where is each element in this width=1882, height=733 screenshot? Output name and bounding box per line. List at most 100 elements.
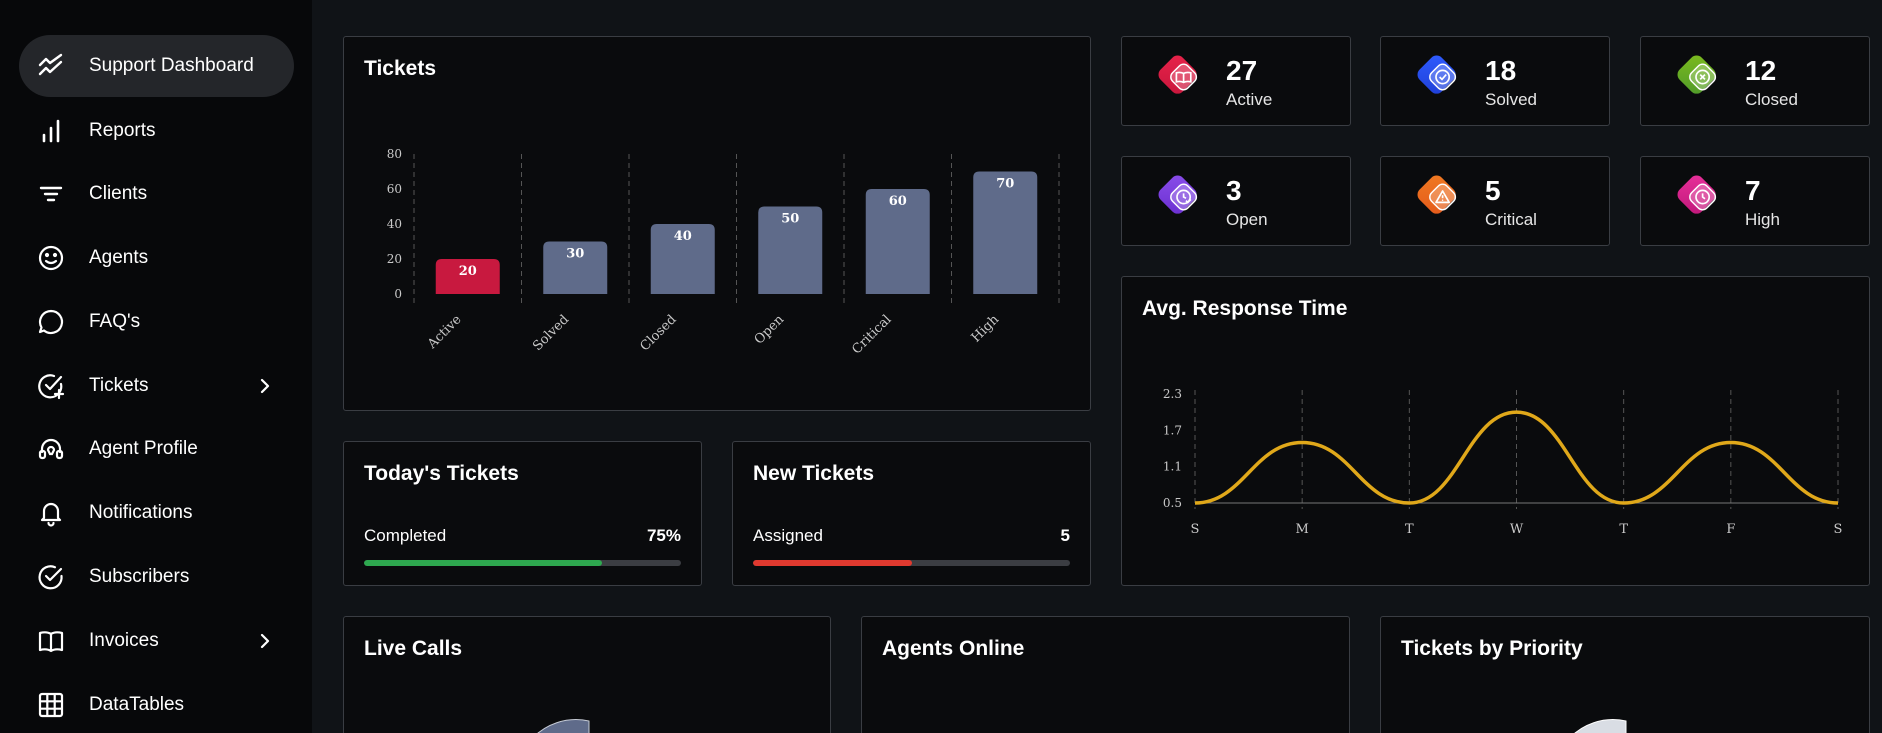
sidebar-item-label: DataTables [89, 694, 185, 715]
y-tick-label: 80 [387, 147, 402, 161]
sidebar-item-label: Notifications [89, 502, 193, 523]
data-label: 70 [996, 177, 1014, 192]
response-time-line-chart: 0.5 1.1 1.7 2.3 S M T W T F S [1163, 387, 1843, 537]
check-circle-icon [1415, 53, 1465, 103]
data-label: 60 [889, 194, 907, 209]
sidebar-item-label: Subscribers [89, 566, 190, 587]
tickets-by-priority-pie-chart [1574, 719, 1627, 733]
sidebar-item-tickets[interactable]: Tickets [19, 355, 294, 417]
sidebar-item-agent-profile[interactable]: Agent Profile [19, 418, 294, 480]
stat-card-active: 27 Active [1121, 36, 1351, 126]
sidebar-item-invoices[interactable]: Invoices [19, 610, 294, 672]
sidebar-item-label: Clients [89, 183, 148, 204]
stat-value: 5 [1485, 175, 1501, 206]
tickets-chart-card: Tickets 0 20 40 60 80 20 Active 30 Solved 40 Close… [343, 36, 1091, 411]
y-tick-label: 0.5 [1163, 496, 1182, 510]
stat-value: 18 [1485, 55, 1517, 86]
grid-icon [37, 691, 65, 719]
agents-online-card: Agents Online [861, 616, 1350, 733]
clock-check-icon [1156, 173, 1206, 223]
sidebar-item-agents[interactable]: Agents [19, 227, 294, 289]
x-tick-label: Open [752, 312, 788, 348]
data-label: 50 [781, 212, 799, 227]
sidebar-item-faqs[interactable]: FAQ's [19, 291, 294, 353]
filter-icon [37, 180, 65, 208]
sidebar-item-label: Agents [89, 247, 149, 268]
progress-track [364, 560, 681, 566]
y-tick-label: 1.7 [1163, 423, 1182, 437]
tickets-by-priority-card: Tickets by Priority [1380, 616, 1870, 733]
y-tick-label: 40 [387, 217, 402, 231]
sidebar-item-notifications[interactable]: Notifications [19, 482, 294, 544]
new-tickets-card: New Tickets Assigned 5 [732, 441, 1091, 586]
card-title: Today's Tickets [364, 462, 519, 485]
card-title: New Tickets [753, 462, 875, 485]
chevron-right-icon [256, 377, 274, 395]
book-icon [1156, 53, 1206, 103]
data-label: 30 [566, 247, 584, 262]
clock-icon [1675, 173, 1725, 223]
check-circle-plus-icon [37, 372, 65, 400]
stat-card-high: 7 High [1640, 156, 1870, 246]
stat-label: Solved [1485, 90, 1537, 109]
live-calls-card: Live Calls [343, 616, 831, 733]
warning-icon [1415, 173, 1465, 223]
tickets-bar-chart: 0 20 40 60 80 20 Active 30 Solved 40 Closed 50 Open 6… [387, 147, 1060, 357]
trending-icon [37, 52, 65, 80]
progress-value: 5 [1060, 526, 1070, 545]
y-tick-label: 1.1 [1163, 460, 1182, 474]
stat-card-critical: 5 Critical [1380, 156, 1610, 246]
response-time-card: Avg. Response Time 0.5 1.1 1.7 2.3 S M T W T F S [1121, 276, 1870, 586]
x-tick-label: High [969, 312, 1003, 346]
stat-value: 7 [1745, 175, 1761, 206]
chevron-right-icon [256, 632, 274, 650]
sidebar-item-support-dashboard[interactable]: Support Dashboard [19, 35, 294, 97]
check-circle-icon [37, 563, 65, 591]
sidebar-item-label: Agent Profile [89, 438, 198, 459]
y-tick-label: 0 [394, 287, 402, 301]
progress-label: Completed [364, 526, 447, 545]
stat-label: Open [1226, 210, 1268, 229]
chat-bubble-icon [37, 308, 65, 336]
x-tick-label: T [1619, 522, 1628, 537]
data-label: 20 [459, 264, 477, 279]
progress-value: 75% [646, 526, 681, 545]
book-icon [37, 627, 65, 655]
sidebar-item-label: Tickets [89, 375, 149, 396]
stat-value: 3 [1226, 175, 1242, 206]
stat-card-open: 3 Open [1121, 156, 1351, 246]
sidebar-item-reports[interactable]: Reports [19, 100, 294, 162]
stat-label: Active [1226, 90, 1273, 109]
data-label: 40 [674, 229, 692, 244]
y-tick-label: 60 [387, 182, 402, 196]
bar-chart-icon [37, 117, 65, 145]
card-title: Agents Online [882, 637, 1025, 660]
progress-label: Assigned [753, 526, 823, 545]
sidebar-item-datatables[interactable]: DataTables [19, 674, 294, 733]
y-tick-label: 20 [387, 252, 402, 266]
stat-value: 12 [1745, 55, 1777, 86]
headset-icon [37, 435, 65, 463]
smiley-icon [37, 244, 65, 272]
sidebar-item-label: Invoices [89, 630, 159, 651]
sidebar-item-label: Reports [89, 120, 156, 141]
x-tick-label: S [1834, 522, 1843, 537]
sidebar-item-label: Support Dashboard [89, 55, 254, 76]
stat-card-closed: 12 Closed [1640, 36, 1870, 126]
x-tick-label: F [1726, 522, 1735, 537]
live-calls-pie-chart [537, 719, 590, 733]
x-tick-label: Active [424, 312, 465, 353]
sidebar-item-label: FAQ's [89, 311, 141, 332]
stat-card-solved: 18 Solved [1380, 36, 1610, 126]
stat-label: Closed [1745, 90, 1798, 109]
x-tick-label: W [1510, 522, 1524, 537]
progress-track [753, 560, 1070, 566]
y-tick-label: 2.3 [1163, 387, 1182, 401]
stat-value: 27 [1226, 55, 1258, 86]
sidebar-item-subscribers[interactable]: Subscribers [19, 546, 294, 608]
x-tick-label: Closed [637, 312, 679, 354]
sidebar-item-clients[interactable]: Clients [19, 163, 294, 225]
todays-tickets-card: Today's Tickets Completed 75% [343, 441, 702, 586]
bell-icon [37, 499, 65, 527]
x-tick-label: Solved [530, 312, 572, 354]
